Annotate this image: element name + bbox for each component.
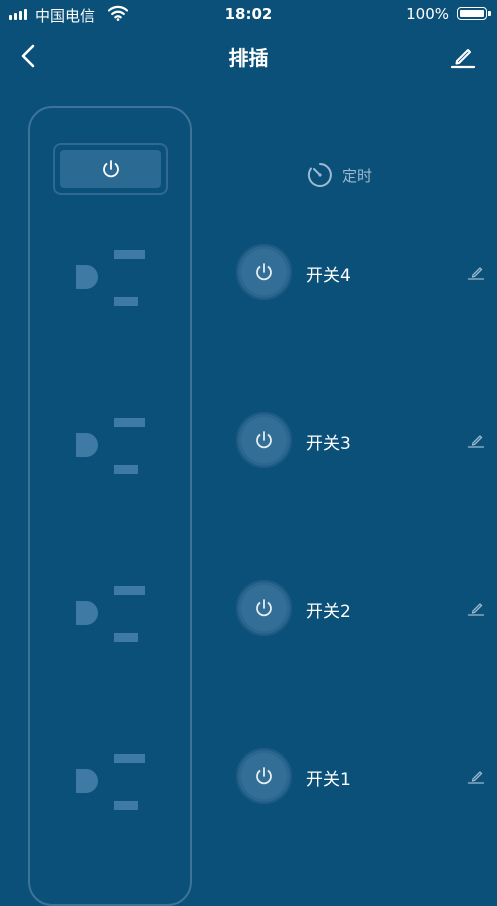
timer-button[interactable]: 定时	[306, 160, 372, 190]
switch-row-3: 开关3	[236, 412, 497, 470]
switch-4-power-button[interactable]	[236, 244, 292, 300]
switch-name: 开关1	[306, 770, 351, 790]
battery-icon	[457, 7, 491, 20]
page-title: 排插	[228, 46, 269, 70]
pencil-icon	[450, 49, 476, 69]
socket-3	[76, 417, 146, 474]
status-bar: 中国电信 18:02 100%	[0, 0, 497, 30]
pencil-icon[interactable]	[467, 263, 485, 281]
socket-2	[76, 585, 146, 642]
power-icon	[256, 767, 272, 785]
switch-row-1: 开关1	[236, 748, 497, 806]
power-icon	[102, 160, 119, 178]
power-icon	[256, 431, 272, 449]
switch-row-2: 开关2	[236, 580, 497, 638]
timer-label: 定时	[342, 166, 373, 185]
switch-name: 开关4	[306, 266, 351, 286]
power-icon	[256, 599, 272, 617]
socket-4	[76, 249, 146, 306]
switch-1-power-button[interactable]	[236, 748, 292, 804]
switch-name: 开关2	[306, 602, 351, 622]
switch-2-power-button[interactable]	[236, 580, 292, 636]
edit-button[interactable]	[449, 42, 477, 70]
socket-1	[76, 753, 146, 810]
switch-row-4: 开关4	[236, 244, 497, 302]
pencil-icon[interactable]	[467, 431, 485, 449]
pencil-icon[interactable]	[467, 767, 485, 785]
switch-name: 开关3	[306, 434, 351, 454]
pencil-icon[interactable]	[467, 599, 485, 617]
timer-icon	[307, 163, 332, 187]
battery-percentage: 100%	[406, 5, 449, 23]
switch-3-power-button[interactable]	[236, 412, 292, 468]
power-icon	[256, 263, 272, 281]
master-power-button[interactable]	[53, 143, 168, 195]
